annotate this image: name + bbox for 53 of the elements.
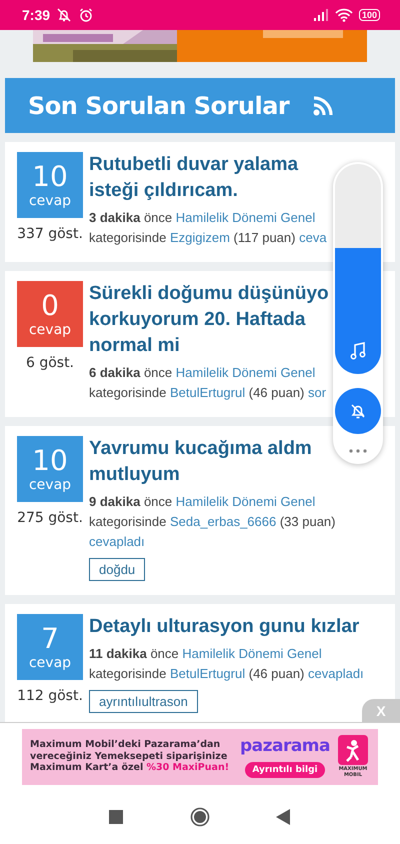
rss-icon	[313, 96, 333, 116]
category-link[interactable]: Hamilelik Dönemi Genel	[182, 646, 322, 661]
brand-logo: pazarama	[240, 736, 330, 756]
question-meta: 9 dakika önce Hamilelik Dönemi Genel kategorisinde Seda_erbas_6666 (33 puan) cevapladı	[89, 493, 336, 551]
answer-label: cevap	[28, 655, 72, 671]
bell-off-icon	[349, 402, 367, 420]
bell-off-icon	[56, 7, 72, 23]
tag-link[interactable]: ayrıntılıultrason	[89, 690, 198, 713]
more-icon[interactable]	[348, 448, 368, 454]
music-note-icon	[350, 342, 366, 360]
answer-count: 10	[32, 161, 68, 193]
view-count: 112 göst.	[17, 688, 83, 704]
question-title[interactable]: Rutubetli duvar yalama isteği çıldırıcam.	[89, 152, 337, 204]
mute-button[interactable]	[335, 388, 381, 434]
answer-link[interactable]: sor	[308, 385, 326, 400]
user-link[interactable]: Seda_erbas_6666	[170, 514, 276, 529]
clock-time: 7:39	[22, 7, 50, 23]
question-meta: 6 dakika önce Hamilelik Dönemi Genel kategorisinde BetulErtugrul (46 puan) sor	[89, 364, 328, 402]
answer-count: 0	[41, 290, 59, 322]
alarm-clock-icon	[78, 7, 94, 23]
answer-label: cevap	[28, 322, 72, 338]
wifi-icon	[334, 8, 353, 22]
answer-link[interactable]: cevapladı	[308, 666, 364, 681]
battery-level: 100	[358, 9, 380, 21]
question-meta: 3 dakika önce Hamilelik Dönemi Genel kategorisinde Ezgigizem (117 puan) ceva	[89, 209, 328, 247]
view-count: 275 göst.	[17, 510, 83, 526]
category-link[interactable]: Hamilelik Dönemi Genel	[176, 494, 316, 509]
user-link[interactable]: BetulErtugrul	[170, 385, 246, 400]
category-link[interactable]: Hamilelik Dönemi Genel	[176, 210, 316, 225]
signal-icon	[312, 8, 329, 22]
volume-slider[interactable]	[335, 164, 381, 374]
category-link[interactable]: Hamilelik Dönemi Genel	[176, 365, 316, 380]
back-triangle-icon[interactable]	[276, 809, 290, 825]
answer-label: cevap	[28, 477, 72, 493]
question-title[interactable]: Detaylı ulturasyon gunu kızlar	[89, 614, 385, 640]
question-title[interactable]: Sürekli doğumu düşünüyo korkuyorum 20. Haftada normal mi	[89, 281, 337, 359]
tag-link[interactable]: doğdu	[89, 558, 146, 581]
runner-logo-icon	[338, 735, 368, 765]
home-circle-icon[interactable]	[190, 807, 210, 827]
answer-label: cevap	[28, 193, 72, 209]
view-count: 6 göst.	[24, 355, 76, 371]
answer-count: 10	[32, 445, 68, 477]
user-link[interactable]: BetulErtugrul	[170, 666, 246, 681]
user-link[interactable]: Ezgigizem	[170, 230, 230, 245]
section-title: Son Sorulan Sorular	[28, 92, 290, 120]
answer-link[interactable]: ceva	[299, 230, 327, 245]
view-count: 337 göst.	[17, 226, 83, 242]
answer-count: 7	[41, 623, 59, 655]
answer-link[interactable]: cevapladı	[89, 534, 145, 549]
question-title[interactable]: Yavrumu kucağıma aldm mutluyum	[89, 436, 337, 488]
details-button[interactable]: Ayrıntılı bilgi	[245, 762, 325, 778]
ad-text: Maximum Mobil’deki Pazarama’dan vereceğiniz Yemeksepeti siparişinize Maximum Kart’a özel %30 MaxiPuan!	[30, 739, 230, 774]
question-meta: 11 dakika önce Hamilelik Dönemi Genel kategorisinde BetulErtugrul (46 puan) cevapladı	[89, 645, 365, 683]
